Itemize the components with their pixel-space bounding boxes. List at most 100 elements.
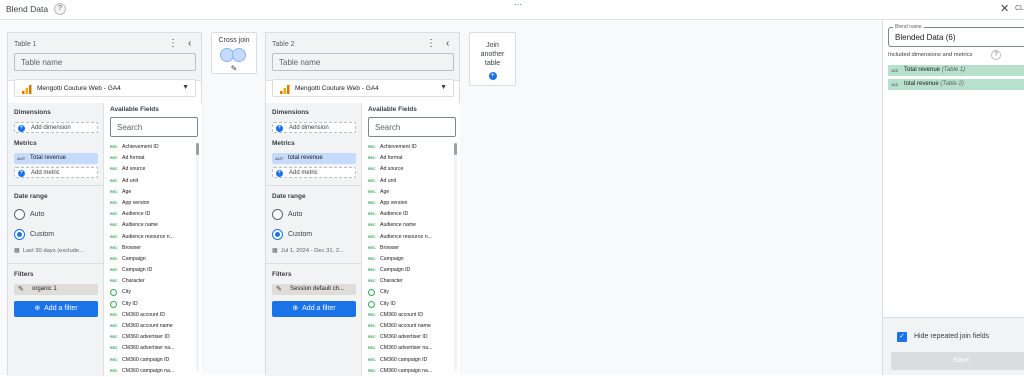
available-field-item[interactable]: REC Ad format [368, 153, 452, 164]
edit-join-icon[interactable]: ✎ [212, 64, 256, 73]
available-field-item[interactable]: REC Audience resource n... [368, 232, 452, 243]
available-field-item[interactable]: REC Audience name [368, 220, 452, 231]
search-input[interactable]: Search [110, 117, 198, 137]
join-another-line: another [480, 51, 505, 58]
available-field-item[interactable]: City ID [110, 299, 194, 310]
join-another-table-card[interactable]: Join another table + [469, 32, 516, 86]
available-field-item[interactable]: REC CM360 advertiser ID [110, 332, 194, 343]
available-field-item[interactable]: REC Campaign [110, 254, 194, 265]
text-type-icon: REC [110, 268, 118, 273]
available-field-item[interactable]: REC Ad unit [368, 176, 452, 187]
filter-name: organic 1 [32, 286, 57, 292]
date-range-picker[interactable]: ▦ Last 30 days (exclude... [14, 248, 84, 254]
available-field-item[interactable]: REC Ad format [110, 153, 194, 164]
help-icon[interactable]: ? [991, 50, 1001, 60]
hide-repeated-checkbox[interactable]: ✓ [897, 332, 907, 342]
help-icon[interactable]: ? [54, 3, 66, 15]
more-vert-icon[interactable]: ⋮ [168, 38, 178, 49]
available-field-item[interactable]: REC CM360 advertiser na... [368, 343, 452, 354]
available-field-item[interactable]: REC CM360 account name [110, 321, 194, 332]
drag-handle-icon[interactable]: ⋯ [514, 0, 523, 9]
available-field-item[interactable]: REC CM360 advertiser ID [368, 332, 452, 343]
available-field-item[interactable]: REC CM360 account name [368, 321, 452, 332]
dimensions-header: Dimensions [272, 109, 309, 116]
close-label[interactable]: CL [1015, 5, 1024, 12]
available-field-item[interactable]: REC App version [110, 198, 194, 209]
auto-radio[interactable] [272, 209, 283, 220]
custom-radio[interactable] [272, 229, 283, 240]
available-field-item[interactable]: REC Age [110, 187, 194, 198]
cross-join-card[interactable]: Cross join ✎ [211, 32, 257, 74]
scrollbar[interactable] [196, 143, 199, 371]
available-field-item[interactable]: REC CM360 campaign ID [368, 355, 452, 366]
scrollbar-thumb[interactable] [196, 143, 199, 155]
custom-radio[interactable] [14, 229, 25, 240]
divider [266, 263, 362, 264]
available-field-item[interactable]: REC CM360 campaign ID [110, 355, 194, 366]
join-another-line: table [484, 60, 501, 67]
text-type-icon: REC [110, 335, 118, 340]
available-field-item[interactable]: City ID [368, 299, 452, 310]
metric-chip[interactable]: AUT Total revenue [14, 153, 98, 164]
available-field-item[interactable]: REC CM360 account ID [368, 310, 452, 321]
available-field-item[interactable]: REC Campaign [368, 254, 452, 265]
field-name: City ID [380, 300, 396, 307]
available-field-item[interactable]: REC Achievement ID [368, 142, 452, 153]
add-filter-button[interactable]: ⊕ Add a filter [272, 301, 356, 317]
available-field-item[interactable]: REC Achievement ID [110, 142, 194, 153]
text-type-icon: REC [110, 256, 118, 261]
available-field-item[interactable]: REC Character [110, 276, 194, 287]
available-field-item[interactable]: REC Age [368, 187, 452, 198]
included-metric-row[interactable]: 123 Total revenue (Table 1) [888, 65, 1024, 76]
metric-chip[interactable]: AUT total revenue [272, 153, 356, 164]
add-table-icon[interactable]: + [488, 72, 497, 80]
available-field-item[interactable]: REC Campaign ID [110, 265, 194, 276]
hide-repeated-label: Hide repeated join fields [914, 333, 990, 340]
table-name-input[interactable]: Table name [272, 53, 454, 71]
scrollbar[interactable] [454, 143, 457, 371]
available-field-item[interactable]: REC CM360 advertiser na... [110, 343, 194, 354]
available-field-item[interactable]: REC Ad source [368, 164, 452, 175]
add-dimension-button[interactable]: + Add dimension [272, 122, 356, 133]
filter-chip[interactable]: ✎ organic 1 [14, 284, 98, 295]
available-field-item[interactable]: REC Ad source [110, 164, 194, 175]
available-field-item[interactable]: REC CM360 account ID [110, 310, 194, 321]
scrollbar-thumb[interactable] [454, 143, 457, 155]
collapse-icon[interactable]: ‹ [446, 38, 449, 49]
available-field-item[interactable]: REC CM360 campaign na... [368, 366, 452, 377]
more-vert-icon[interactable]: ⋮ [426, 38, 436, 49]
venn-icon [220, 48, 248, 62]
available-field-item[interactable]: REC Ad unit [110, 176, 194, 187]
auto-radio[interactable] [14, 209, 25, 220]
included-metric-row[interactable]: 123 total revenue (Table 2) [888, 79, 1024, 90]
close-icon[interactable]: ✕ [1000, 2, 1009, 15]
add-filter-button[interactable]: ⊕ Add a filter [14, 301, 98, 317]
add-metric-button[interactable]: + Add metric [14, 167, 98, 178]
blend-name-input[interactable]: Blend name Blended Data (6) [888, 24, 1024, 47]
available-field-item[interactable]: REC Audience ID [110, 209, 194, 220]
data-source-select[interactable]: Mengotti Couture Web - GA4 ▼ [14, 79, 196, 97]
filter-chip[interactable]: ✎ Session default ch... [272, 284, 356, 295]
available-field-item[interactable]: REC Browser [110, 243, 194, 254]
available-field-item[interactable]: REC Audience name [110, 220, 194, 231]
date-range-picker[interactable]: ▦ Jul 1, 2024 - Dec 31, 2... [272, 248, 344, 254]
available-field-item[interactable]: REC CM360 campaign na... [110, 366, 194, 377]
add-dimension-button[interactable]: + Add dimension [14, 122, 98, 133]
available-field-item[interactable]: City [110, 287, 194, 298]
save-button[interactable]: Save [891, 352, 1024, 370]
search-input[interactable]: Search [368, 117, 456, 137]
available-field-item[interactable]: REC Campaign ID [368, 265, 452, 276]
collapse-icon[interactable]: ‹ [188, 38, 191, 49]
available-field-item[interactable]: REC Browser [368, 243, 452, 254]
add-metric-button[interactable]: + Add metric [272, 167, 356, 178]
available-field-item[interactable]: REC App version [368, 198, 452, 209]
auto-radio-label: Auto [288, 211, 303, 218]
available-field-item[interactable]: REC Character [368, 276, 452, 287]
available-field-item[interactable]: REC Audience resource n... [110, 232, 194, 243]
table-name-input[interactable]: Table name [14, 53, 196, 71]
auto-radio-label: Auto [30, 211, 45, 218]
data-source-select[interactable]: Mengotti Couture Web - GA4 ▼ [272, 79, 454, 97]
available-field-item[interactable]: City [368, 287, 452, 298]
available-field-item[interactable]: REC Audience ID [368, 209, 452, 220]
divider [266, 185, 362, 186]
